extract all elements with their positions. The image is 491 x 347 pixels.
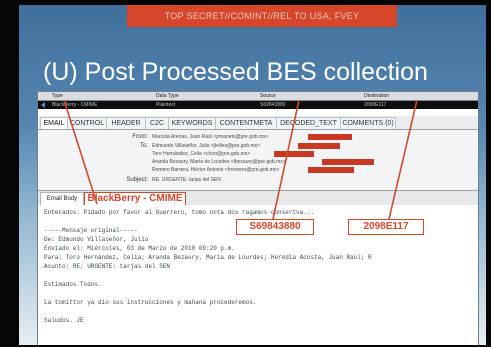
body-line: Enviado el: Miércoles, 03 de Marzo de 20… xyxy=(44,245,235,252)
tab-keywords[interactable]: KEYWORDS xyxy=(168,117,216,129)
tab-contentmeta[interactable]: CONTENTMETA xyxy=(215,117,277,129)
tab-header[interactable]: HEADER xyxy=(106,117,146,129)
redaction-bar xyxy=(308,167,354,173)
to-value-2: Toro Hernández, Celia <ctoro@pre.gob.mx> xyxy=(152,151,251,157)
row-cell-source: S69843880 xyxy=(260,102,286,108)
source-callout: S69843880 xyxy=(236,219,314,235)
from-label: From: xyxy=(132,134,148,140)
email-metadata-panel: From: Marcela Arenas, Juan Raúl <jrmanen… xyxy=(38,130,478,190)
tab-decoded-text[interactable]: DECODED_TEXT xyxy=(276,117,341,129)
row-cell-type: BlackBerry - CMIME xyxy=(52,102,98,108)
redaction-bar xyxy=(322,159,374,165)
body-line: Saludos. JE xyxy=(44,317,84,324)
redaction-bar xyxy=(308,134,352,140)
body-line: Para: Toro Hernández, Celia; Aranda Beza… xyxy=(44,254,372,261)
body-line: De: Edmundo Villaseñor, Julio xyxy=(44,236,149,243)
to-value-3: Aranda Bezaury, María de Lourdes <lbezau… xyxy=(152,159,286,165)
screenshot-frame: TOP SECRET//COMINT//REL TO USA, FVEY (U)… xyxy=(0,0,491,347)
row-cell-data-type: Plaintext xyxy=(156,102,176,108)
results-grid-header: Type Data Type Source Destination xyxy=(38,92,478,101)
body-line: La tomittor ya dio sus instrucciones y m… xyxy=(44,299,257,306)
results-grid-row[interactable]: BlackBerry - CMIME Plaintext S69843880 2… xyxy=(38,101,478,109)
body-line: Enterados. Pidado por favor al Guerrero,… xyxy=(44,209,315,216)
tab-comments[interactable]: COMMENTS (0) xyxy=(340,117,396,129)
to-value-4: Romero Barrera, Héctor Antonio <hromero@… xyxy=(152,167,280,173)
to-value-1: Edmundo Villaseñor, Julio <jlvilles@pre.… xyxy=(152,143,261,149)
destination-callout: 2098E117 xyxy=(348,219,424,235)
slide-title: (U) Post Processed BES collection xyxy=(43,58,428,86)
to-label: To: xyxy=(139,143,148,149)
col-header-source[interactable]: Source xyxy=(260,92,340,100)
classification-banner: TOP SECRET//COMINT//REL TO USA, FVEY xyxy=(127,5,397,27)
body-view-tabs: Email Body BlackBerry - CMIME xyxy=(38,190,478,206)
tab-email[interactable]: EMAIL xyxy=(40,117,68,129)
detail-tabs: EMAIL CONTROL HEADER C2C KEYWORDS CONTEN… xyxy=(38,116,478,130)
tab-c2c[interactable]: C2C xyxy=(145,117,169,129)
blackberry-cmime-callout: BlackBerry - CMIME xyxy=(84,192,186,206)
row-selector-arrow-icon xyxy=(41,102,45,108)
body-line: Estimados Todos. xyxy=(44,281,102,288)
col-header-data-type[interactable]: Data Type xyxy=(156,92,236,100)
body-line: Asunto: RE: URGENTE: tarjas del SEN xyxy=(44,263,171,270)
col-header-destination[interactable]: Destination xyxy=(364,92,444,100)
tab-email-body[interactable]: Email Body xyxy=(40,192,84,206)
redaction-bar xyxy=(274,151,314,157)
row-cell-destination: 2098E117 xyxy=(364,102,387,108)
subject-label: Subject: xyxy=(126,177,148,183)
tab-control[interactable]: CONTROL xyxy=(67,117,107,129)
body-line: -----Mensaje original----- xyxy=(44,227,138,234)
redaction-bar xyxy=(298,143,340,149)
subject-value: RE: URGENTE: tarjas del SEN xyxy=(152,177,221,183)
bes-viewer-window: Type Data Type Source Destination BlackB… xyxy=(37,91,479,345)
presentation-slide: TOP SECRET//COMINT//REL TO USA, FVEY (U)… xyxy=(19,5,486,345)
from-value: Marcela Arenas, Juan Raúl <jrmaneni@pre.… xyxy=(152,134,269,140)
col-header-type[interactable]: Type xyxy=(52,92,132,100)
email-body: Enterados. Pidado por favor al Guerrero,… xyxy=(38,205,478,345)
